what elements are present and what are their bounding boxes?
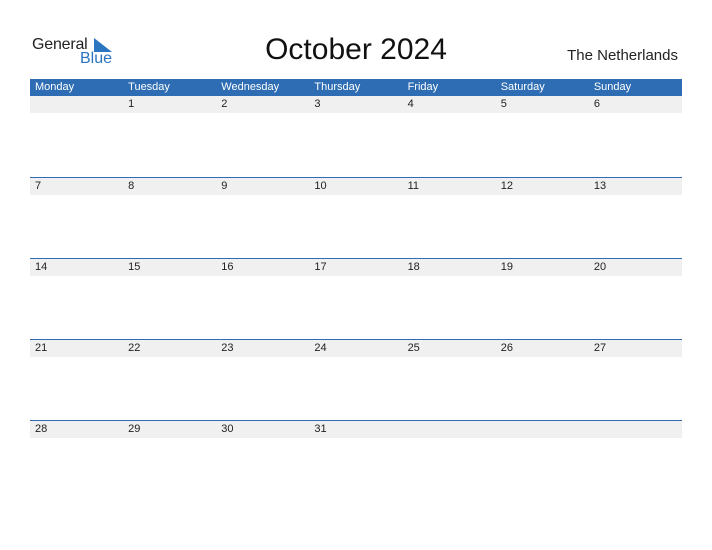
day-cell: 12: [500, 180, 513, 192]
weekday-wednesday: Wednesday: [221, 81, 280, 93]
day-cell: 14: [35, 261, 48, 273]
day-cell: 15: [128, 261, 141, 273]
weekday-friday: Friday: [407, 81, 439, 93]
week-row: 14 15 16 17 18 19 20: [30, 258, 682, 339]
day-cell: 10: [314, 180, 327, 192]
day-cell: [589, 421, 682, 438]
day-cell: 23: [221, 342, 234, 354]
country-label: The Netherlands: [567, 47, 678, 64]
date-bar: 28 29 30 31: [30, 420, 682, 438]
day-cell: 13: [593, 180, 607, 192]
day-cell: 5: [500, 98, 507, 110]
day-cell: 3: [314, 98, 321, 110]
day-cell: 25: [407, 342, 420, 354]
day-cell: 20: [593, 261, 607, 273]
day-cell: 17: [314, 261, 327, 273]
day-cell: 18: [407, 261, 420, 273]
day-cell: 9: [221, 180, 228, 192]
date-bar: 21 22 23 24 25 26 27: [30, 339, 682, 357]
date-bar: 7 8 9 10 11 12 13: [30, 177, 682, 195]
day-cell: [30, 96, 123, 113]
weekday-header: Monday Tuesday Wednesday Thursday Friday…: [30, 79, 682, 96]
day-cell: 26: [500, 342, 513, 354]
weekday-tuesday: Tuesday: [128, 81, 170, 93]
day-cell: 2: [221, 98, 228, 110]
day-cell: 30: [221, 423, 234, 435]
day-cell: 22: [128, 342, 141, 354]
week-row: 21 22 23 24 25 26 27: [30, 339, 682, 420]
day-cell: 7: [35, 180, 42, 192]
day-cell: 19: [500, 261, 513, 273]
day-cell: 24: [314, 342, 327, 354]
day-cell: 1: [128, 98, 135, 110]
day-cell: [403, 421, 496, 438]
day-cell: 4: [407, 98, 414, 110]
calendar-grid: Monday Tuesday Wednesday Thursday Friday…: [30, 79, 682, 501]
weekday-monday: Monday: [35, 81, 75, 93]
weekday-sunday: Sunday: [593, 81, 632, 93]
day-cell: 29: [128, 423, 141, 435]
day-cell: 21: [35, 342, 48, 354]
day-cell: 27: [593, 342, 607, 354]
date-bar: 14 15 16 17 18 19 20: [30, 258, 682, 276]
weekday-thursday: Thursday: [314, 81, 361, 93]
weekday-saturday: Saturday: [500, 81, 545, 93]
day-cell: 11: [407, 180, 419, 192]
week-row: 1 2 3 4 5 6: [30, 96, 682, 177]
day-cell: 6: [593, 98, 600, 110]
day-cell: [496, 421, 589, 438]
day-cell: 16: [221, 261, 234, 273]
week-row: 7 8 9 10 11 12 13: [30, 177, 682, 258]
day-cell: 28: [35, 423, 48, 435]
date-bar: 1 2 3 4 5 6: [30, 96, 682, 113]
week-row: 28 29 30 31: [30, 420, 682, 501]
day-cell: 8: [128, 180, 135, 192]
day-cell: 31: [314, 423, 327, 435]
